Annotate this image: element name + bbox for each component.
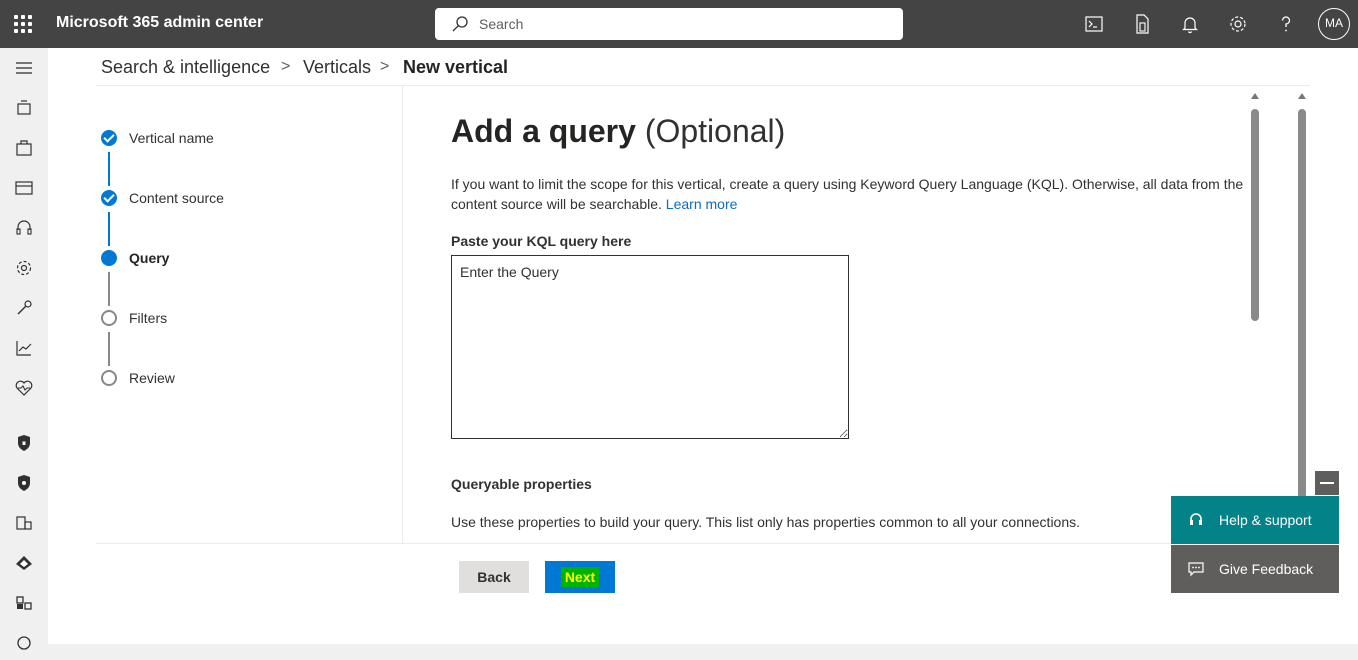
step-content-source[interactable]: Content source xyxy=(129,190,224,206)
step-connector xyxy=(108,332,110,366)
scrollbar-thumb[interactable] xyxy=(1298,109,1306,499)
azure-ad-icon[interactable] xyxy=(12,551,36,575)
step-content: Add a query (Optional) If you want to li… xyxy=(404,86,1254,544)
step-connector xyxy=(108,212,110,246)
endpoint-manager-icon[interactable] xyxy=(12,511,36,535)
search-icon xyxy=(452,16,468,32)
step-vertical-name[interactable]: Vertical name xyxy=(129,130,214,146)
mobile-document-icon[interactable] xyxy=(1130,12,1154,36)
step-connector xyxy=(108,272,110,306)
next-button-label: Next xyxy=(560,567,600,587)
support-headset-icon[interactable] xyxy=(12,216,36,240)
page-title-text: Add a query xyxy=(451,113,636,149)
give-feedback-button[interactable]: Give Feedback xyxy=(1171,545,1339,593)
terminal-icon[interactable] xyxy=(1082,12,1106,36)
page-scrollbar[interactable] xyxy=(1295,92,1309,544)
breadcrumb-new-vertical: New vertical xyxy=(403,57,509,77)
scrollbar-thumb[interactable] xyxy=(1251,109,1259,321)
search-box[interactable] xyxy=(435,8,903,40)
kql-query-textarea[interactable] xyxy=(451,255,849,439)
more-admin-centers-icon[interactable] xyxy=(12,631,36,655)
wizard-steps: Vertical name Content source Query Filte… xyxy=(96,86,403,544)
feedback-chat-icon xyxy=(1188,562,1204,577)
step-filters[interactable]: Filters xyxy=(129,310,167,326)
headset-icon xyxy=(1190,513,1202,525)
back-button[interactable]: Back xyxy=(459,561,529,593)
search-input[interactable] xyxy=(479,14,889,34)
help-support-button[interactable]: Help & support xyxy=(1171,496,1339,544)
step-query[interactable]: Query xyxy=(129,250,169,266)
step-connector xyxy=(108,152,110,186)
briefcase-icon[interactable] xyxy=(12,136,36,160)
security-shield-icon[interactable] xyxy=(12,431,36,455)
description-text: If you want to limit the scope for this … xyxy=(451,176,1244,212)
health-heart-icon[interactable] xyxy=(12,376,36,400)
step-completed-check-icon xyxy=(101,130,117,146)
page-title-optional: (Optional) xyxy=(644,113,786,149)
queryable-properties-heading: Queryable properties xyxy=(451,476,592,492)
step-completed-check-icon xyxy=(101,190,117,206)
scroll-up-arrow-icon[interactable] xyxy=(1298,93,1306,99)
user-avatar[interactable]: MA xyxy=(1318,8,1350,40)
setup-wrench-icon[interactable] xyxy=(12,296,36,320)
exchange-icon[interactable] xyxy=(12,591,36,615)
settings-gear-icon[interactable] xyxy=(1226,12,1250,36)
learn-more-link[interactable]: Learn more xyxy=(666,196,738,212)
hamburger-menu-icon[interactable] xyxy=(12,56,36,80)
reports-chart-icon[interactable] xyxy=(12,336,36,360)
breadcrumb-separator: > xyxy=(281,58,291,75)
breadcrumb-search-intelligence[interactable]: Search & intelligence xyxy=(101,57,270,78)
step-current-dot-icon xyxy=(101,250,117,266)
help-question-icon[interactable] xyxy=(1274,12,1298,36)
minus-icon xyxy=(1320,482,1334,484)
step-pending-circle-icon xyxy=(101,370,117,386)
breadcrumb-separator: > xyxy=(380,58,390,75)
help-support-label: Help & support xyxy=(1219,512,1312,528)
give-feedback-label: Give Feedback xyxy=(1219,561,1314,577)
collapse-help-button[interactable] xyxy=(1315,471,1339,495)
breadcrumb-verticals[interactable]: Verticals xyxy=(303,57,371,78)
top-bar: Microsoft 365 admin center MA xyxy=(0,0,1358,48)
description: If you want to limit the scope for this … xyxy=(451,174,1251,214)
queryable-properties-description: Use these properties to build your query… xyxy=(451,514,1081,530)
step-review[interactable]: Review xyxy=(129,370,175,386)
side-nav xyxy=(0,48,48,650)
settings-icon[interactable] xyxy=(12,256,36,280)
step-pending-circle-icon xyxy=(101,310,117,326)
page-title: Add a query (Optional) xyxy=(451,113,785,150)
footer-divider xyxy=(96,543,1310,544)
main-pane: Search & intelligence > Verticals > New … xyxy=(48,48,1358,644)
compliance-shield-icon[interactable] xyxy=(12,471,36,495)
app-title[interactable]: Microsoft 365 admin center xyxy=(56,14,263,32)
scroll-up-arrow-icon[interactable] xyxy=(1251,93,1259,99)
kql-field-label: Paste your KQL query here xyxy=(451,233,632,249)
users-icon[interactable] xyxy=(12,96,36,120)
content-scrollbar[interactable] xyxy=(1248,92,1262,544)
app-launcher-icon[interactable] xyxy=(11,12,35,36)
next-button[interactable]: Next xyxy=(545,561,615,593)
billing-card-icon[interactable] xyxy=(12,176,36,200)
notifications-bell-icon[interactable] xyxy=(1178,12,1202,36)
